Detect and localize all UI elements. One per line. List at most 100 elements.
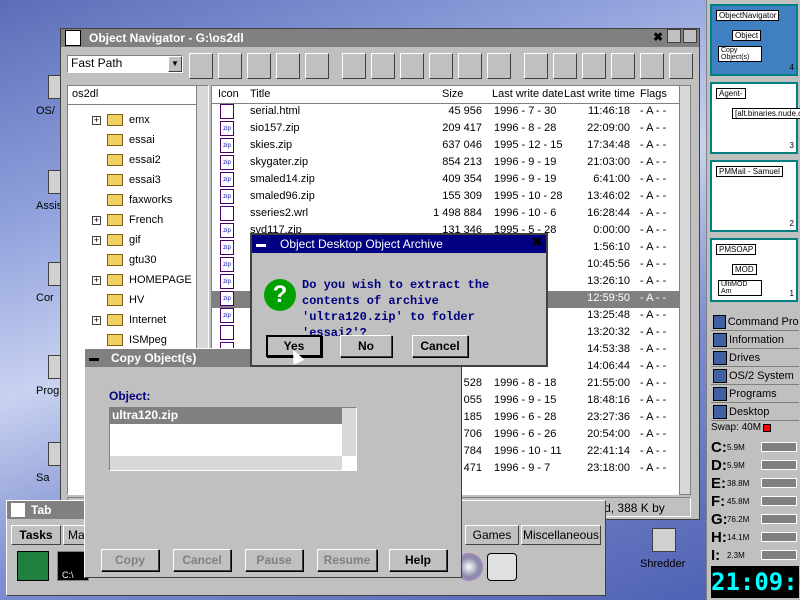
window-menu-icon[interactable]: ▬: [256, 239, 266, 250]
object-listbox[interactable]: ultra120.zip: [109, 407, 357, 471]
panel-item-desktop[interactable]: Desktop: [711, 404, 799, 421]
archive-titlebar[interactable]: ▬ Object Desktop Object Archive ✖: [252, 235, 546, 253]
file-row[interactable]: zip smaled14.zip 409 354 1996 - 9 - 19 6:41:…: [212, 172, 682, 189]
file-row[interactable]: zip sio157.zip 209 417 1996 - 8 - 28 22:09:0…: [212, 121, 682, 138]
drive-meter[interactable]: C: 5.9M: [711, 438, 799, 456]
window-menu-icon[interactable]: [11, 503, 25, 517]
column-header[interactable]: Last write date: [492, 88, 564, 100]
window-menu-icon[interactable]: [65, 30, 81, 46]
panel-item-os-2-system[interactable]: OS/2 System: [711, 368, 799, 385]
window-menu-icon[interactable]: ▬: [89, 353, 99, 364]
copy-dialog[interactable]: ▬ Copy Object(s) Object: ultra120.zip Co…: [84, 348, 462, 578]
tree-item[interactable]: essai3: [92, 170, 161, 190]
column-header[interactable]: Size: [442, 88, 463, 100]
window-thumbnail[interactable]: Agent- [alt.binaries.nude.c 3: [710, 82, 800, 154]
file-row[interactable]: zip smaled96.zip 155 309 1995 - 10 - 28 13:4…: [212, 189, 682, 206]
tree-item[interactable]: HV: [92, 290, 144, 310]
object-list-item[interactable]: ultra120.zip: [110, 408, 342, 424]
desktop-icon[interactable]: [652, 528, 676, 552]
expand-icon[interactable]: +: [92, 315, 101, 325]
panel-item-drives[interactable]: Drives: [711, 350, 799, 367]
view-list-tool-icon[interactable]: [611, 53, 635, 79]
column-header[interactable]: Last write time: [564, 88, 635, 100]
cancel-button[interactable]: Cancel: [412, 335, 468, 357]
file-row[interactable]: sseries2.wrl 1 498 884 1996 - 10 - 6 16:28:…: [212, 206, 682, 223]
help-tool-icon[interactable]: [640, 53, 664, 79]
filter-tool-icon[interactable]: [429, 53, 453, 79]
tree-item[interactable]: ISMpeg: [92, 330, 167, 350]
panel-item-programs[interactable]: Programs: [711, 386, 799, 403]
expand-icon[interactable]: +: [92, 275, 101, 285]
desk-icon[interactable]: [17, 551, 49, 581]
tree-item[interactable]: gtu30: [92, 250, 157, 270]
drive-meter[interactable]: D: 5.9M: [711, 456, 799, 474]
window-thumbnail[interactable]: PMMail - Samuel 2: [710, 160, 798, 232]
resume-button[interactable]: Resume: [317, 549, 377, 571]
tree-item[interactable]: essai: [92, 130, 155, 150]
window-thumbnail[interactable]: ObjectNavigator Object Copy Object(s) 4: [710, 4, 798, 76]
tab-games[interactable]: Games: [465, 525, 519, 545]
file-row[interactable]: zip skies.zip 637 046 1995 - 12 - 15 17:34:4…: [212, 138, 682, 155]
drive-meter[interactable]: H: 14.1M: [711, 528, 799, 546]
folder-tool-icon[interactable]: [342, 53, 366, 79]
close-icon[interactable]: ✖: [532, 235, 542, 249]
view-tree-tool-icon[interactable]: [524, 53, 548, 79]
column-header[interactable]: Title: [250, 88, 270, 100]
drive-tool-icon[interactable]: [276, 53, 300, 79]
window-thumbnail[interactable]: PMSOAP MOD UltiMOD Am 1: [710, 238, 798, 302]
document-tool-icon[interactable]: [669, 53, 693, 79]
archive-dialog[interactable]: ▬ Object Desktop Object Archive ✖ ? Do y…: [250, 233, 548, 367]
copy-button[interactable]: Copy: [101, 549, 159, 571]
tree-item[interactable]: + emx: [92, 110, 150, 130]
chevron-down-icon[interactable]: ▼: [168, 56, 182, 72]
tree-item[interactable]: + gif: [92, 230, 141, 250]
file-row[interactable]: serial.html 45 956 1996 - 7 - 30 11:46:18 - …: [212, 104, 682, 121]
listbox-scrollbar[interactable]: [342, 408, 356, 456]
shredder-tool-icon[interactable]: [305, 53, 329, 79]
settings-tool-icon[interactable]: [400, 53, 424, 79]
camera-icon[interactable]: [487, 553, 517, 581]
drive-meter[interactable]: E: 38.8M: [711, 474, 799, 492]
tree-item[interactable]: essai2: [92, 150, 161, 170]
drive-free: 2.3M: [727, 550, 745, 560]
panel-item-information[interactable]: Information: [711, 332, 799, 349]
panel-item-command-prom[interactable]: Command Prom: [711, 314, 799, 331]
view-icons-tool-icon[interactable]: [582, 53, 606, 79]
select-files-tool-icon[interactable]: [487, 53, 511, 79]
copy-tool-icon[interactable]: [189, 53, 213, 79]
expand-icon[interactable]: +: [92, 235, 101, 245]
expand-icon[interactable]: +: [92, 215, 101, 225]
file-time: 13:46:02: [587, 190, 630, 202]
printer-tool-icon[interactable]: [247, 53, 271, 79]
drive-meter[interactable]: I: 2.3M: [711, 546, 799, 564]
path-mode-select[interactable]: Fast Path ▼: [67, 55, 183, 73]
file-list-scrollbar[interactable]: [679, 85, 691, 495]
maximize-icon[interactable]: [683, 29, 697, 43]
tab-tasks[interactable]: Tasks: [11, 525, 61, 545]
drive-meter[interactable]: G: 76.2M: [711, 510, 799, 528]
tree-item[interactable]: + French: [92, 210, 163, 230]
no-button[interactable]: No: [340, 335, 392, 357]
sort-tool-icon[interactable]: [458, 53, 482, 79]
column-header[interactable]: Icon: [218, 88, 239, 100]
navigator-titlebar[interactable]: Object Navigator - G:\os2dl ✖: [61, 29, 699, 47]
tab-miscellaneous[interactable]: Miscellaneous: [521, 525, 601, 545]
note-tool-icon[interactable]: [218, 53, 242, 79]
tree-item[interactable]: faxworks: [92, 190, 172, 210]
tabbar-titlebar[interactable]: Tab: [7, 501, 87, 519]
listbox-hscrollbar[interactable]: [110, 456, 342, 470]
cancel-copy-button[interactable]: Cancel: [173, 549, 231, 571]
help-button[interactable]: Help: [389, 549, 447, 571]
tree-item[interactable]: + Internet: [92, 310, 166, 330]
file-row[interactable]: zip skygater.zip 854 213 1996 - 9 - 19 21:03…: [212, 155, 682, 172]
pause-button[interactable]: Pause: [245, 549, 303, 571]
tree-item[interactable]: + HOMEPAGE: [92, 270, 192, 290]
column-header[interactable]: Flags: [640, 88, 667, 100]
drive-meter[interactable]: F: 45.8M: [711, 492, 799, 510]
minimize-icon[interactable]: [667, 29, 681, 43]
view-details-tool-icon[interactable]: [553, 53, 577, 79]
open-folder-tool-icon[interactable]: [371, 53, 395, 79]
close-icon[interactable]: ✖: [653, 30, 663, 44]
expand-icon[interactable]: +: [92, 115, 101, 125]
thumbnail-number: 1: [789, 289, 794, 298]
